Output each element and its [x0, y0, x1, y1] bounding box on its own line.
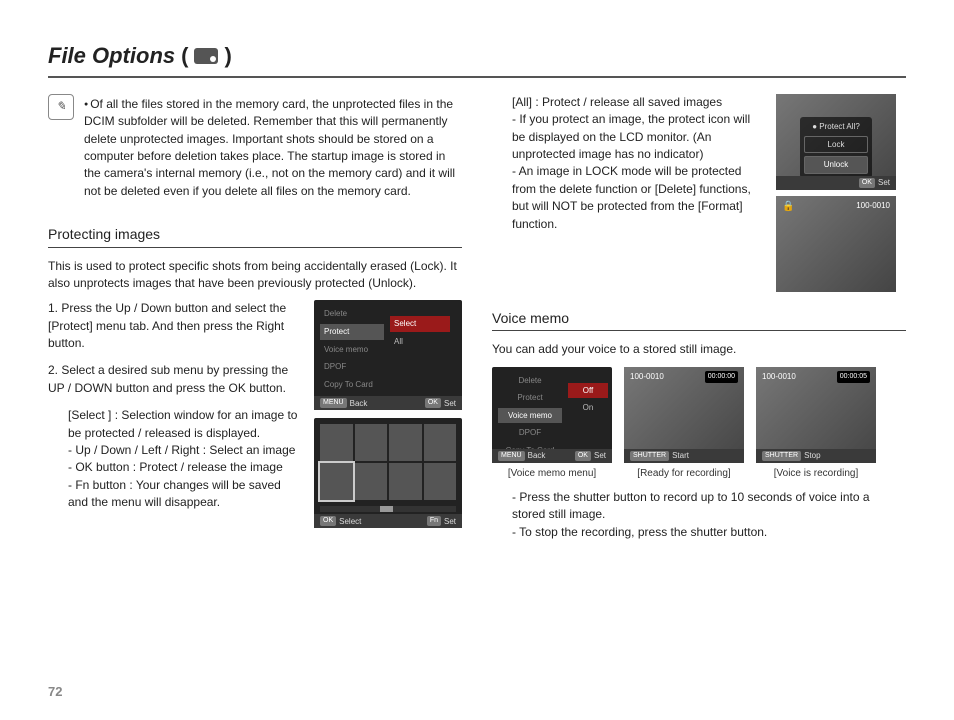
osd-timer: 00:00:05	[837, 371, 870, 383]
foot-set: Set	[878, 177, 890, 189]
paren-open: (	[181, 40, 188, 72]
submenu: Select All	[390, 316, 450, 349]
osd-filecount: 100-0010	[762, 371, 796, 383]
menu-item: Voice memo	[498, 408, 562, 424]
menu-item: Copy To Card	[320, 377, 384, 393]
key-fn: Fn	[427, 516, 441, 526]
foot-set: Set	[444, 398, 456, 410]
key-ok: OK	[425, 398, 441, 408]
section-protecting-images: Protecting images	[48, 224, 462, 247]
key-shutter: SHUTTER	[630, 451, 669, 461]
lcd-protect-menu: Delete Protect Voice memo DPOF Copy To C…	[314, 300, 462, 410]
camera-mode-icon	[194, 48, 218, 64]
thumbnail	[424, 424, 457, 461]
osd-filecount: 100-0010	[630, 371, 664, 383]
key-ok: OK	[859, 178, 875, 188]
lcd-locked-photo: 🔒 100-0010	[776, 196, 896, 292]
scrollbar	[320, 506, 456, 512]
key-ok: OK	[320, 516, 336, 526]
pencil-note-icon: ✎	[48, 94, 74, 120]
page-title-row: File Options ( )	[48, 40, 906, 78]
lcd-protect-all-popup: ● Protect All? Lock Unlock OKSet	[776, 94, 896, 190]
menu-item: Delete	[498, 373, 562, 389]
voice-bullet-2: - To stop the recording, press the shutt…	[512, 524, 906, 541]
voice-bullet-1: - Press the shutter button to record up …	[512, 489, 906, 524]
menu-item: DPOF	[498, 425, 562, 441]
submenu-item: Select	[390, 316, 450, 332]
thumbnail	[320, 463, 353, 500]
key-shutter: SHUTTER	[762, 451, 801, 461]
thumbnail	[424, 463, 457, 500]
paren-close: )	[224, 40, 231, 72]
osd-filecount: 100-0010	[856, 200, 890, 212]
page-title: File Options	[48, 40, 175, 72]
section-voice-memo: Voice memo	[492, 308, 906, 331]
lcd-footer: OKSet	[776, 176, 896, 190]
submenu-item: Off	[568, 383, 608, 399]
menu-item: Protect	[498, 390, 562, 406]
thumbnail	[389, 424, 422, 461]
foot-back: Back	[528, 450, 546, 462]
voice-intro: You can add your voice to a stored still…	[492, 341, 906, 358]
thumbnail	[355, 463, 388, 500]
protect-intro: This is used to protect specific shots f…	[48, 258, 462, 293]
popup-lock: Lock	[804, 136, 868, 154]
thumbnail	[320, 424, 353, 461]
lcd-footer: MENUBack OKSet	[492, 449, 612, 463]
submenu: Off On	[568, 383, 608, 416]
menu-item: Protect	[320, 324, 384, 340]
lcd-voice-menu: Delete Protect Voice memo DPOF Copy To C…	[492, 367, 612, 463]
note-text: Of all the files stored in the memory ca…	[84, 94, 462, 200]
left-column: ✎ Of all the files stored in the memory …	[48, 94, 462, 541]
popup: ● Protect All? Lock Unlock	[800, 117, 872, 178]
popup-unlock: Unlock	[804, 156, 868, 174]
foot-set: Set	[444, 516, 456, 528]
menu-item: Delete	[320, 306, 384, 322]
osd-timer: 00:00:00	[705, 371, 738, 383]
lock-icon: 🔒	[782, 200, 794, 215]
key-menu: MENU	[498, 451, 525, 461]
foot-stop: Stop	[804, 450, 820, 462]
lcd-footer: SHUTTERStart	[624, 449, 744, 463]
caption-ready: [Ready for recording]	[624, 467, 744, 482]
key-ok: OK	[575, 451, 591, 461]
foot-set: Set	[594, 450, 606, 462]
lcd-ready-record: 100-0010 00:00:00 SHUTTERStart	[624, 367, 744, 463]
thumbnail	[389, 463, 422, 500]
foot-select: Select	[339, 516, 361, 528]
submenu-item: On	[568, 400, 608, 416]
page-number: 72	[48, 683, 62, 702]
caption-recording: [Voice is recording]	[756, 467, 876, 482]
note-box: ✎ Of all the files stored in the memory …	[48, 94, 462, 200]
foot-back: Back	[350, 398, 368, 410]
voice-shots-row: Delete Protect Voice memo DPOF Copy To C…	[492, 367, 906, 482]
lcd-footer: OKSelect FnSet	[314, 514, 462, 528]
lcd-footer: SHUTTERStop	[756, 449, 876, 463]
thumbnail-grid	[320, 424, 456, 500]
lcd-recording: 100-0010 00:00:05 SHUTTERStop	[756, 367, 876, 463]
menu-list: Delete Protect Voice memo DPOF Copy To C…	[498, 373, 562, 445]
lcd-thumb-grid: OKSelect FnSet	[314, 418, 462, 528]
right-column: ● Protect All? Lock Unlock OKSet 🔒 100-0…	[492, 94, 906, 541]
submenu-item: All	[390, 334, 450, 350]
key-menu: MENU	[320, 398, 347, 408]
menu-item: DPOF	[320, 359, 384, 375]
right-stack: ● Protect All? Lock Unlock OKSet 🔒 100-0…	[776, 94, 906, 292]
lcd-footer: MENUBack OKSet	[314, 396, 462, 410]
caption-voice-menu: [Voice memo menu]	[492, 467, 612, 482]
menu-item: Voice memo	[320, 342, 384, 358]
thumbnail	[355, 424, 388, 461]
menu-list: Delete Protect Voice memo DPOF Copy To C…	[320, 306, 384, 392]
foot-start: Start	[672, 450, 689, 462]
popup-title: Protect All?	[819, 122, 859, 131]
